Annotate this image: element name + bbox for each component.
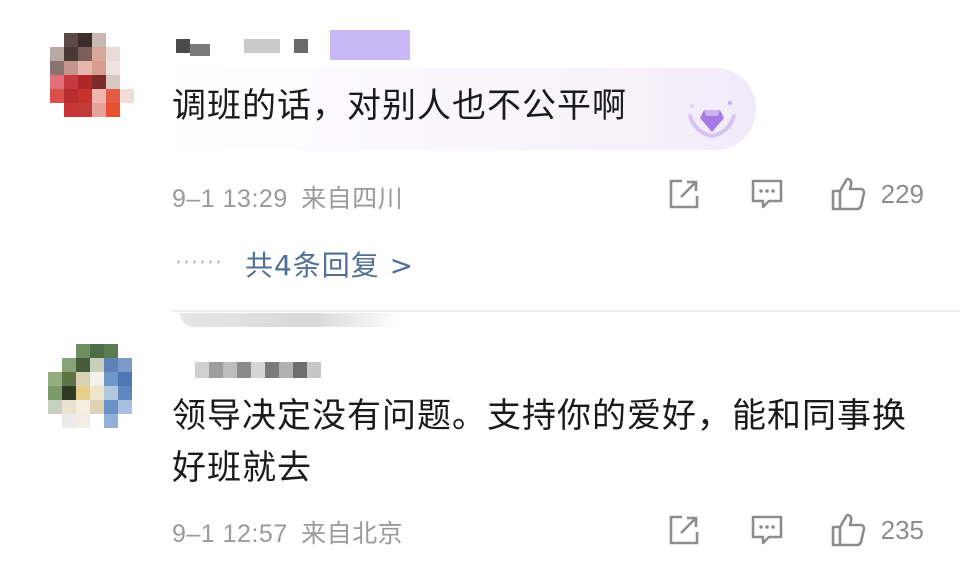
avatar[interactable] (50, 33, 148, 131)
comment-actions: 235 (667, 512, 924, 548)
avatar[interactable] (48, 344, 146, 442)
comment-item: 调班的话，对别人也不公平啊 9–1 13:29 来自四川 229 ······ … (0, 0, 960, 312)
thumbs-up-icon (831, 513, 865, 547)
comment-location: 来自四川 (301, 185, 404, 213)
share-icon (669, 515, 698, 545)
comment-item: 领导决定没有问题。支持你的爱好，能和同事换好班就去 9–1 12:57 来自北京 (0, 312, 960, 581)
share-button[interactable] (667, 513, 701, 547)
reply-thread-dots: ······ (175, 251, 223, 276)
comment-icon (751, 515, 782, 545)
comment-text: 领导决定没有问题。支持你的爱好，能和同事换好班就去 (172, 396, 907, 488)
username-redacted[interactable] (176, 30, 410, 60)
replies-count-label: 共4条回复 > (244, 249, 415, 282)
comment-time: 9–1 12:57 (172, 520, 288, 548)
comment-meta: 9–1 12:57 来自北京 (172, 514, 403, 550)
comment-time: 9–1 13:29 (172, 185, 288, 213)
reply-button[interactable] (749, 177, 785, 211)
comment-icon (751, 179, 782, 209)
like-count: 235 (880, 514, 924, 545)
like-count: 229 (880, 178, 924, 209)
comment-location: 来自北京 (301, 520, 404, 548)
comment-actions: 229 (667, 176, 924, 212)
share-button[interactable] (667, 177, 701, 211)
share-icon (669, 179, 698, 209)
thumbs-up-icon (831, 177, 865, 211)
comment-text: 调班的话，对别人也不公平啊 (172, 86, 627, 126)
diamond-crown-icon (684, 96, 740, 146)
reply-button[interactable] (749, 513, 785, 547)
comment-meta: 9–1 13:29 来自四川 (172, 179, 403, 215)
like-button[interactable]: 229 (829, 175, 924, 213)
username-redacted[interactable] (195, 359, 321, 381)
like-button[interactable]: 235 (829, 511, 924, 549)
view-replies-link[interactable]: ······ 共4条回复 > (175, 244, 414, 284)
